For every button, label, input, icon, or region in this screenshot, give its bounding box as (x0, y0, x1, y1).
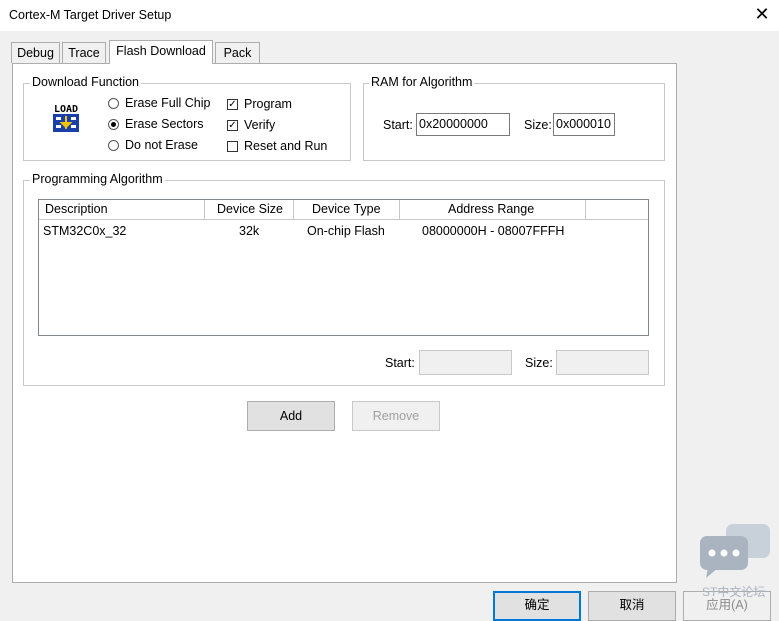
tab-debug[interactable]: Debug (11, 42, 60, 63)
cancel-button[interactable]: 取消 (588, 591, 676, 621)
forum-watermark-icon (700, 524, 770, 578)
column-header-spacer (586, 200, 648, 220)
tab-pack[interactable]: Pack (215, 42, 260, 63)
column-header-device-size[interactable]: Device Size (205, 200, 294, 220)
radio-erase-full-chip[interactable] (108, 98, 119, 109)
algorithm-start-input[interactable] (419, 350, 512, 375)
cell-device-size: 32k (239, 224, 260, 238)
checkbox-reset-and-run-label: Reset and Run (244, 139, 328, 153)
watermark-text: ST中文论坛 (702, 585, 766, 599)
radio-do-not-erase[interactable] (108, 140, 119, 151)
cell-address-range: 08000000H - 08007FFFH (422, 224, 565, 238)
add-button[interactable]: Add (247, 401, 335, 431)
column-header-device-type[interactable]: Device Type (294, 200, 400, 220)
algorithm-start-label: Start: (385, 356, 415, 370)
ram-start-label: Start: (383, 118, 413, 132)
download-function-legend: Download Function (30, 75, 142, 89)
radio-erase-sectors[interactable] (108, 119, 119, 130)
checkbox-program-label: Program (244, 97, 292, 111)
column-header-description[interactable]: Description (39, 200, 205, 220)
algorithm-list[interactable]: Description Device Size Device Type Addr… (38, 199, 649, 336)
tab-trace[interactable]: Trace (62, 42, 106, 63)
table-row[interactable]: STM32C0x_32 32k On-chip Flash 08000000H … (39, 221, 648, 242)
checkbox-verify[interactable]: ✓ (227, 120, 238, 131)
checkbox-reset-and-run[interactable] (227, 141, 238, 152)
algorithm-size-label: Size: (525, 356, 553, 370)
load-icon: LOAD (50, 101, 82, 135)
ram-size-input[interactable]: 0x000010 (553, 113, 615, 136)
radio-do-not-erase-label: Do not Erase (125, 138, 198, 152)
algorithm-size-input[interactable] (556, 350, 649, 375)
ram-size-label: Size: (524, 118, 552, 132)
ram-legend: RAM for Algorithm (369, 75, 475, 89)
ok-button[interactable]: 确定 (493, 591, 581, 621)
window-title: Cortex-M Target Driver Setup (9, 8, 172, 22)
remove-button[interactable]: Remove (352, 401, 440, 431)
radio-erase-full-chip-label: Erase Full Chip (125, 96, 211, 110)
close-icon[interactable]: ✕ (752, 4, 772, 24)
tab-flash-download[interactable]: Flash Download (109, 40, 213, 64)
cell-device-type: On-chip Flash (307, 224, 385, 238)
ram-start-input[interactable]: 0x20000000 (416, 113, 510, 136)
checkbox-verify-label: Verify (244, 118, 276, 132)
programming-algorithm-legend: Programming Algorithm (30, 172, 165, 186)
cell-description: STM32C0x_32 (43, 224, 127, 238)
checkbox-program[interactable]: ✓ (227, 99, 238, 110)
svg-text:LOAD: LOAD (54, 104, 78, 115)
radio-erase-sectors-label: Erase Sectors (125, 117, 204, 131)
column-header-address-range[interactable]: Address Range (400, 200, 586, 220)
